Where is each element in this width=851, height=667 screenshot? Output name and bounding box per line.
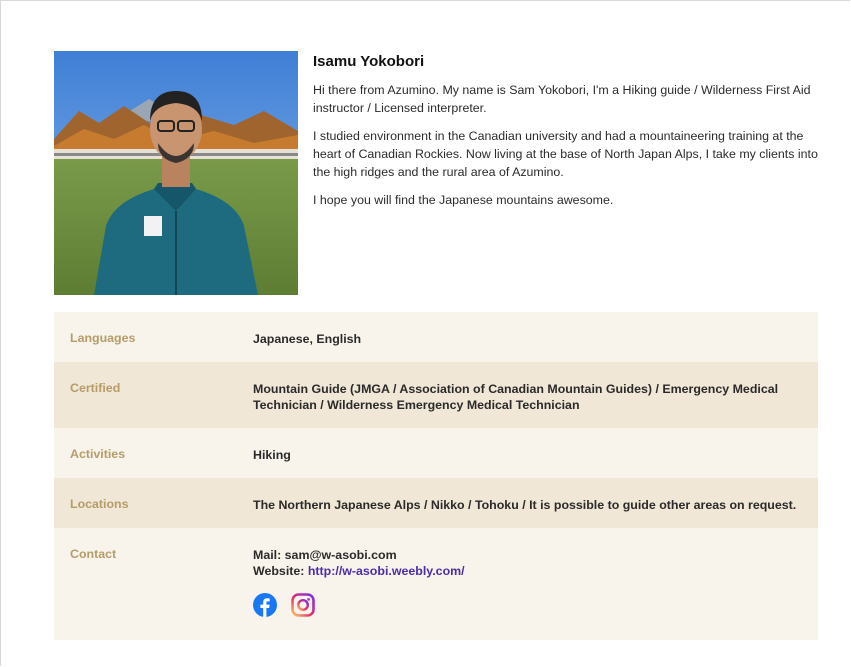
bio-section: Isamu Yokobori Hi there from Azumino. My… bbox=[313, 51, 818, 219]
locations-value: The Northern Japanese Alps / Nikko / Toh… bbox=[253, 498, 797, 512]
activities-label: Activities bbox=[70, 447, 126, 461]
info-row-languages: Languages Japanese, English bbox=[54, 312, 818, 362]
languages-value: Japanese, English bbox=[253, 332, 362, 346]
profile-photo bbox=[54, 51, 298, 295]
contact-website: Website: http://w-asobi.weebly.com/ bbox=[253, 563, 802, 579]
locations-label: Locations bbox=[70, 497, 129, 511]
social-links bbox=[253, 593, 802, 617]
instagram-icon[interactable] bbox=[291, 593, 315, 617]
website-link[interactable]: http://w-asobi.weebly.com/ bbox=[308, 564, 465, 578]
info-row-locations: Locations The Northern Japanese Alps / N… bbox=[54, 478, 818, 528]
contact-value: Mail: sam@w-asobi.com Website: http://w-… bbox=[253, 542, 802, 617]
info-row-activities: Activities Hiking bbox=[54, 428, 818, 478]
guide-name: Isamu Yokobori bbox=[313, 53, 425, 70]
website-label: Website: bbox=[253, 564, 308, 578]
guide-portrait-image bbox=[54, 51, 298, 295]
guide-profile: Isamu Yokobori Hi there from Azumino. My… bbox=[54, 51, 818, 295]
contact-mail: Mail: sam@w-asobi.com bbox=[253, 548, 397, 562]
bio-paragraph: I hope you will find the Japanese mounta… bbox=[313, 193, 614, 207]
bio-paragraph: I studied environment in the Canadian un… bbox=[313, 129, 818, 179]
bio-paragraph: Hi there from Azumino. My name is Sam Yo… bbox=[313, 83, 811, 115]
info-table: Languages Japanese, English Certified Mo… bbox=[54, 312, 818, 640]
info-row-certified: Certified Mountain Guide (JMGA / Associa… bbox=[54, 362, 818, 428]
certified-label: Certified bbox=[70, 381, 121, 395]
activities-value: Hiking bbox=[253, 448, 291, 462]
certified-value: Mountain Guide (JMGA / Association of Ca… bbox=[253, 382, 779, 412]
languages-label: Languages bbox=[70, 331, 136, 345]
contact-label: Contact bbox=[70, 547, 117, 561]
facebook-icon[interactable] bbox=[253, 593, 277, 617]
info-row-contact: Contact Mail: sam@w-asobi.com Website: h… bbox=[54, 528, 818, 640]
